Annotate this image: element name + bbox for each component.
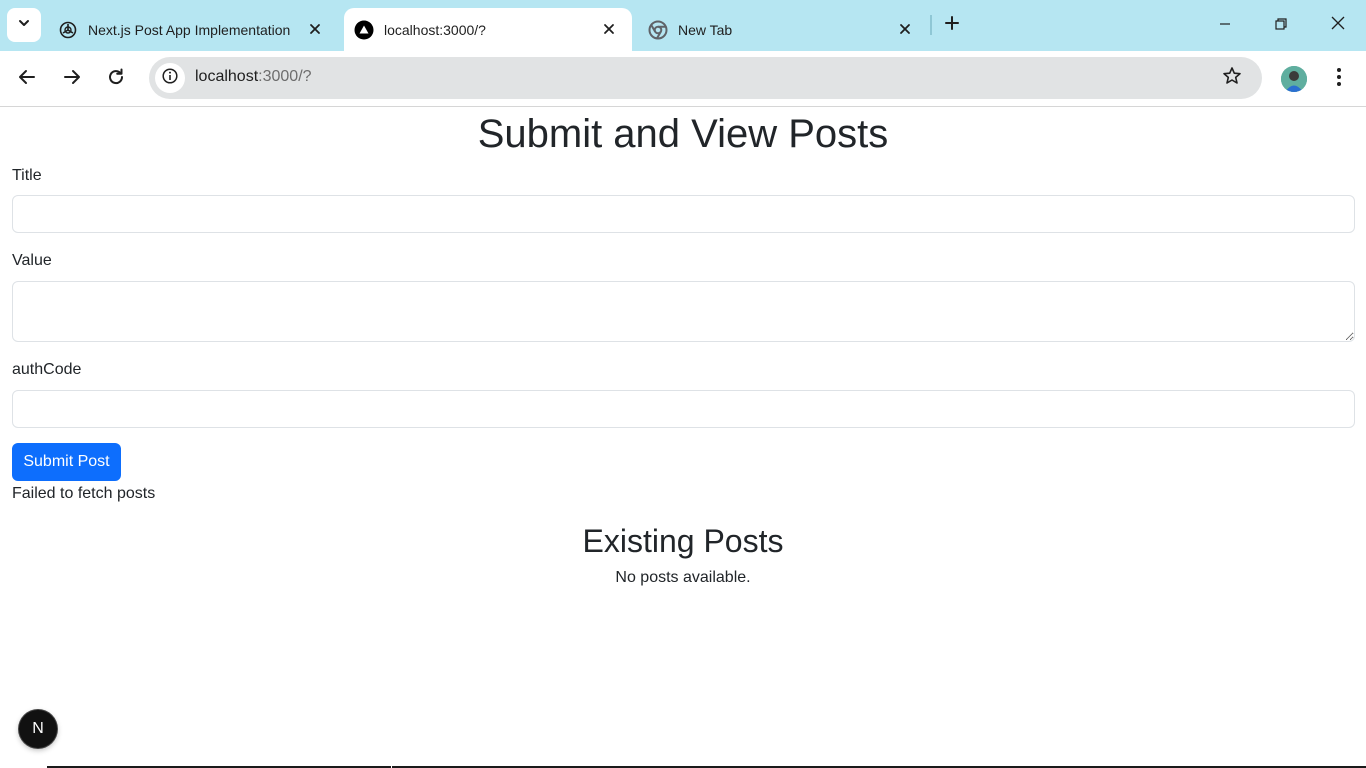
authcode-input[interactable] [12,390,1355,428]
submit-post-button[interactable]: Submit Post [12,443,121,481]
bookmark-star-button[interactable] [1220,66,1244,90]
address-bar[interactable]: localhost:3000/? [149,57,1262,99]
authcode-label: authCode [12,361,82,378]
close-tab-icon[interactable] [894,18,916,40]
nextjs-dev-indicator[interactable]: N [19,710,57,748]
url-path: :3000/? [258,68,312,85]
close-icon [1331,16,1345,35]
reload-button[interactable] [100,63,132,95]
minimize-button[interactable] [1197,0,1253,51]
tab-strip: Next.js Post App Implementation localhos… [0,0,1366,51]
openai-icon [58,20,78,40]
url-text: localhost:3000/? [195,68,312,86]
chevron-down-icon [17,16,31,35]
forward-button[interactable] [56,63,88,95]
tab-title: localhost:3000/? [384,21,486,38]
tab-title: New Tab [678,21,733,38]
back-button[interactable] [11,63,43,95]
tab-title: Next.js Post App Implementation [88,21,291,38]
arrow-right-icon [63,68,81,91]
star-icon [1222,66,1242,91]
page-content: Submit and View Posts Title Value authCo… [0,108,1366,768]
vercel-triangle-icon [354,20,374,40]
info-icon [162,67,178,89]
site-info-button[interactable] [155,63,185,93]
tab-divider [930,15,932,35]
browser-toolbar: localhost:3000/? [0,51,1366,107]
title-input[interactable] [12,195,1355,233]
error-message: Failed to fetch posts [12,485,156,502]
tab-nextjs-post-app[interactable]: Next.js Post App Implementation [48,8,338,51]
nextjs-logo-letter: N [32,720,44,737]
value-textarea[interactable] [12,281,1355,342]
chrome-icon [648,20,668,40]
minimize-icon [1219,17,1231,35]
restore-icon [1275,17,1287,35]
tab-localhost[interactable]: localhost:3000/? [344,8,632,51]
existing-posts-heading: Existing Posts [582,523,784,559]
profile-avatar[interactable] [1281,66,1307,92]
page-title: Submit and View Posts [477,112,889,156]
more-vertical-icon [1336,67,1342,92]
close-tab-icon[interactable] [598,18,620,40]
value-label: Value [12,252,52,269]
browser-menu-button[interactable] [1327,64,1351,94]
tab-new-tab[interactable]: New Tab [638,8,928,51]
plus-icon [944,15,960,36]
reload-icon [107,68,125,91]
url-host: localhost [195,68,259,85]
empty-posts-message: No posts available. [615,569,751,586]
restore-button[interactable] [1253,0,1309,51]
arrow-left-icon [18,68,36,91]
tab-search-button[interactable] [7,8,41,42]
close-tab-icon[interactable] [304,18,326,40]
new-tab-button[interactable] [938,11,966,39]
close-window-button[interactable] [1310,0,1366,51]
title-label: Title [12,167,42,184]
